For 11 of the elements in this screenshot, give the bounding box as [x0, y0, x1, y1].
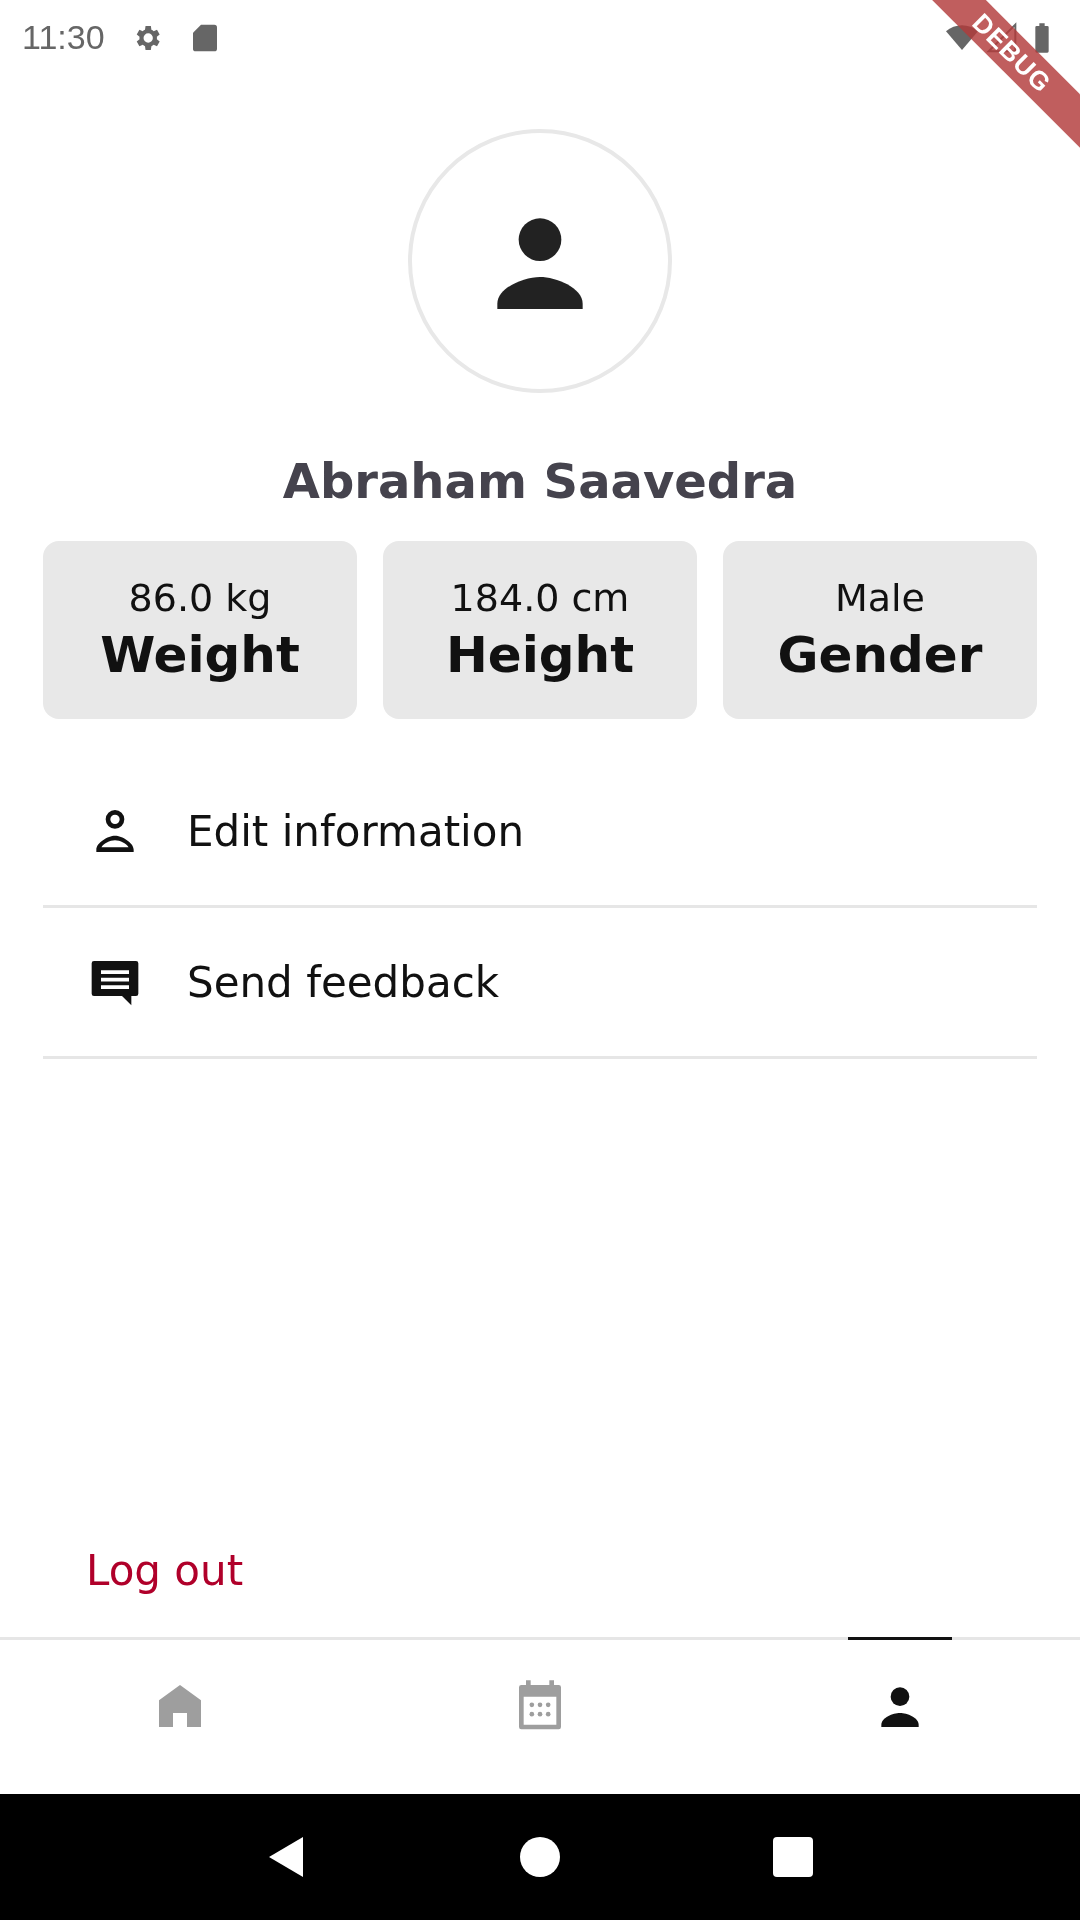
logout-button[interactable]: Log out — [86, 1546, 244, 1595]
clock: 11:30 — [22, 18, 105, 57]
profile-name: Abraham Saavedra — [282, 453, 798, 509]
menu-item[interactable]: Edit information — [187, 806, 525, 856]
stat-label: Gender — [777, 626, 983, 684]
stat-value: 86.0 kg — [128, 576, 272, 620]
menu-item[interactable]: Send feedback — [187, 957, 500, 1007]
stat-label: Height — [445, 626, 635, 684]
stat-value: Male — [835, 576, 925, 620]
stat-value: 184.0 cm — [450, 576, 630, 620]
stat-label: Weight — [100, 626, 300, 684]
